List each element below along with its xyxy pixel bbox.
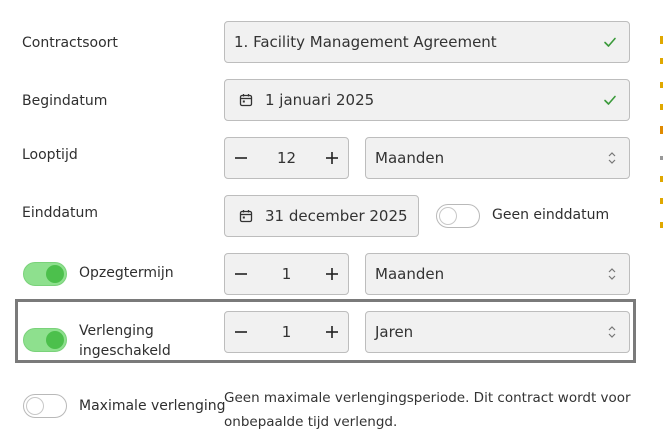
chevron-updown-icon [608,268,616,280]
renewal-unit-select[interactable]: Jaren [365,311,630,353]
toggle-knob [439,207,457,225]
check-icon [604,95,616,105]
renewal-label: Verlenging ingeschakeld [79,323,171,359]
start-date-field[interactable]: 1 januari 2025 [224,79,630,121]
notice-stepper[interactable]: 1 [224,253,349,295]
notice-label: Opzegtermijn [79,265,174,281]
duration-label: Looptijd [22,147,78,163]
contract-type-value: 1. Facility Management Agreement [234,33,497,51]
notice-unit-select[interactable]: Maanden [365,253,630,295]
end-date-label: Einddatum [22,205,98,221]
end-date-field[interactable]: 31 december 2025 [224,195,419,237]
plus-icon[interactable] [323,323,341,341]
renewal-stepper[interactable]: 1 [224,311,349,353]
toggle-knob [46,265,64,283]
calendar-icon [239,210,253,223]
contract-type-label: Contractsoort [22,35,118,51]
renewal-toggle[interactable] [23,328,67,352]
end-date-value: 31 december 2025 [265,207,408,225]
calendar-icon [239,94,253,107]
notice-unit-value: Maanden [375,265,445,283]
plus-icon[interactable] [323,149,341,167]
contract-type-select[interactable]: 1. Facility Management Agreement [224,21,630,63]
max-renewal-toggle[interactable] [23,394,67,418]
start-date-label: Begindatum [22,93,108,109]
toggle-knob [26,397,44,415]
duration-unit-select[interactable]: Maanden [365,137,630,179]
toggle-knob [46,331,64,349]
max-renewal-label: Maximale verlenging [79,398,226,414]
max-renewal-description: Geen maximale verlengingsperiode. Dit co… [224,390,631,430]
notice-toggle[interactable] [23,262,67,286]
renewal-unit-value: Jaren [375,323,414,341]
chevron-updown-icon [608,152,616,164]
no-end-date-toggle[interactable] [436,204,480,228]
plus-icon[interactable] [323,265,341,283]
duration-unit-value: Maanden [375,149,445,167]
no-end-date-label: Geen einddatum [492,207,610,223]
chevron-updown-icon [608,326,616,338]
duration-stepper[interactable]: 12 [224,137,349,179]
start-date-value: 1 januari 2025 [265,91,375,109]
check-icon [604,37,616,47]
